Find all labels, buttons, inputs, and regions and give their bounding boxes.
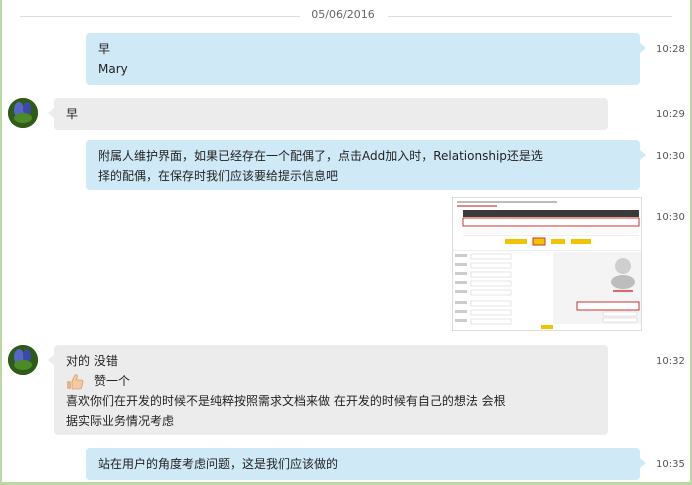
message-time: 10:30 [656,212,685,223]
message-text-line: 对的 没错 [66,354,118,368]
message-text-inline: 赞一个 [94,374,131,388]
message-text-line: 择的配偶，在保存时我们应该要给提示信息吧 [98,169,339,183]
message-time: 10:29 [656,109,685,120]
message-bubble-incoming[interactable]: 对的 没错 赞一个 喜欢你们在开发的时候不是纯粹按照需求文档来做 在开发的时候有… [48,345,608,435]
avatar-image [8,345,38,375]
message-text-line: 附属人维护界面，如果已经存在一个配偶了，点击Add加入时，Relationshi… [98,149,543,163]
bubble-tail [48,355,54,365]
contact-avatar[interactable] [8,345,38,375]
contact-avatar[interactable] [8,98,38,128]
message-text-line: 站在用户的角度考虑问题，这是我们应该做的 [98,457,339,471]
message-time: 10:35 [656,459,685,470]
date-separator-line-right [388,16,672,17]
message-text-line: 早 [66,107,79,121]
message-bubble-outgoing[interactable]: 站在用户的角度考虑问题，这是我们应该做的 [86,448,646,480]
bubble-tail [48,108,54,118]
thumbs-up-icon [67,373,84,389]
date-separator-line-left [20,16,300,17]
message-bubble-outgoing[interactable]: 早 Mary [86,33,646,85]
message-image-thumbnail[interactable] [452,197,642,331]
message-bubble-incoming[interactable]: 早 [48,98,608,130]
bubble-tail [640,43,646,53]
message-time: 10:28 [656,44,685,55]
message-time: 10:30 [656,151,685,162]
message-text-line: 据实际业务情况考虑 [66,414,175,428]
message-bubble-outgoing[interactable]: 附属人维护界面，如果已经存在一个配偶了，点击Add加入时，Relationshi… [86,140,646,190]
message-text-line: 喜欢你们在开发的时候不是纯粹按照需求文档来做 在开发的时候有自己的想法 会根 [66,394,506,408]
date-separator-text: 05/06/2016 [311,8,375,21]
bubble-tail [640,458,646,468]
message-time: 10:32 [656,356,685,367]
message-text-line-emoji: 赞一个 [66,371,596,391]
date-separator: 05/06/2016 [0,8,692,24]
message-text-line: 早 [98,42,111,56]
bubble-tail [640,150,646,160]
screenshot-image [453,198,641,330]
window-frame-left [0,0,2,485]
avatar-image [8,98,38,128]
message-text-line: Mary [98,62,128,76]
